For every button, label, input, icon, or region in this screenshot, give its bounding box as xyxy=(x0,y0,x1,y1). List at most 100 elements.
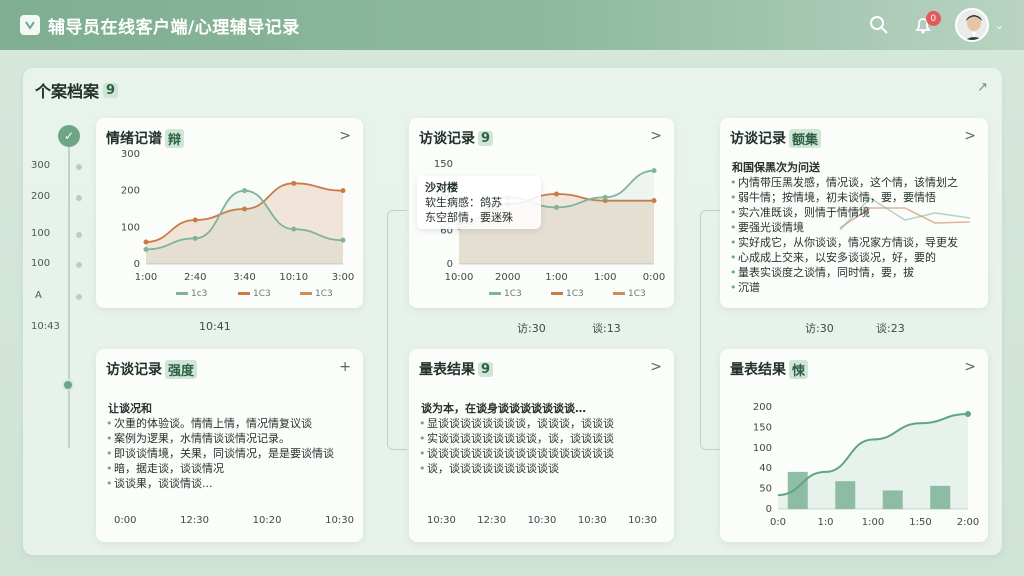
list-item: 即谈谈情境，关果，同谈情况，是是要谈情谈 xyxy=(106,446,356,461)
overlay-line: 软生病感：鸽苏 xyxy=(425,196,502,209)
y-tick-label: 50 xyxy=(759,484,772,495)
x-tick-label: 1:0 xyxy=(817,517,833,528)
overlay-line: 沙对楼 xyxy=(425,181,458,194)
x-tick-label: 1:00 xyxy=(545,272,567,283)
card-time-label: 10:41 xyxy=(199,320,231,333)
legend-label: 1C3 xyxy=(315,289,333,299)
list-item: 实好成它，从你谈谈，情况家方情谈，导更发 xyxy=(730,235,985,250)
list-heading: 让谈况和 xyxy=(108,402,152,415)
y-tick-label: 150 xyxy=(434,159,453,170)
x-tick-label: 10:00 xyxy=(445,272,474,283)
x-axis-labels: 10:30 12:30 10:30 10:30 10:30 xyxy=(427,515,657,526)
top-bar: 辅导员在线客户端/心理辅导记录 0 ⌄ xyxy=(0,0,1024,50)
list-heading: 和国保黑次为问送 xyxy=(732,161,820,174)
list-item: 弱牛情；按情境，初未谈情，要，要情悟 xyxy=(730,190,985,205)
expand-icon[interactable]: ↗ xyxy=(977,80,988,95)
chevron-right-icon[interactable]: > xyxy=(650,359,662,375)
data-point xyxy=(965,410,971,417)
y-tick-label: 150 xyxy=(753,422,772,433)
timeline-label: 100 xyxy=(31,258,51,269)
y-tick-label: 0 xyxy=(447,259,453,270)
data-point xyxy=(651,168,657,174)
x-tick-label: 1:00 xyxy=(594,272,616,283)
x-tick-label: 2:00 xyxy=(957,517,979,528)
scale-result-card[interactable]: 量表结果9 > 谈为本，在谈身谈谈谈谈谈谈谈… 显谈谈谈谈谈谈谈谈，谈谈谈，谈谈… xyxy=(409,349,674,542)
data-point xyxy=(242,188,247,194)
emotion-record-card[interactable]: 情绪记谱辩 > 300 200 100 0 1:00 2:40 3:40 10:10 3:00 1… xyxy=(96,118,363,308)
list-item: 心成成上交来，以安多谈谈况，好，要的 xyxy=(730,250,985,265)
legend-swatch xyxy=(489,292,501,295)
list-item: 谈谈谈谈谈谈谈谈谈谈谈谈谈谈谈谈谈 xyxy=(419,446,667,461)
data-point xyxy=(554,191,559,197)
x-tick: 10:30 xyxy=(628,515,657,526)
card-title: 量表结果 9 xyxy=(419,359,494,379)
list-item: 显谈谈谈谈谈谈谈谈，谈谈谈，谈谈谈 xyxy=(419,416,667,431)
timeline-dot-active[interactable] xyxy=(62,379,74,391)
y-tick-label: 100 xyxy=(753,443,772,454)
card-title: 访谈记录 强度 xyxy=(106,359,198,379)
interview-record-card[interactable]: 访谈记录9 > 15010060010:0020001:001:000:001C… xyxy=(409,118,674,308)
x-tick: 10:30 xyxy=(325,515,354,526)
x-tick-label: 1:00 xyxy=(862,517,884,528)
legend-swatch xyxy=(613,292,625,295)
notification-bell-icon[interactable]: 0 xyxy=(911,11,941,37)
series-area xyxy=(778,413,968,509)
data-point xyxy=(291,180,297,186)
x-tick: 12:30 xyxy=(180,515,209,526)
legend-swatch xyxy=(176,292,188,295)
legend-label: 1C3 xyxy=(253,289,271,299)
list-item: 实六准既谈，则情于情情境 xyxy=(730,205,985,220)
legend-swatch xyxy=(551,292,563,295)
scale-chart-card[interactable]: 量表结果悚 > 200 150 100 40 50 0 0:0 1:0 1:00 1:50 2:00 xyxy=(720,349,988,542)
x-tick-label: 3:00 xyxy=(332,272,354,283)
data-point xyxy=(291,226,297,232)
legend-label: 1C3 xyxy=(628,289,646,299)
timeline-dot xyxy=(76,232,82,238)
interview-overlay: 沙对楼 软生病感：鸽苏 东空部情，要迷殊 xyxy=(417,176,541,229)
check-icon[interactable]: ✓ xyxy=(58,125,80,147)
data-point xyxy=(192,235,198,241)
legend-swatch xyxy=(238,292,250,295)
add-icon[interactable]: + xyxy=(339,359,351,375)
timeline-label: 100 xyxy=(31,228,51,239)
connector-line xyxy=(700,210,720,450)
x-tick-label: 2000 xyxy=(495,272,520,283)
x-tick-label: 0:0 xyxy=(770,517,786,528)
list-item: 谈谈果，谈谈情谈... xyxy=(106,476,356,491)
x-tick-label: 1:00 xyxy=(135,272,157,283)
data-point xyxy=(602,194,608,200)
legend-label: 1C3 xyxy=(504,289,522,299)
list-heading: 谈为本，在谈身谈谈谈谈谈谈谈… xyxy=(421,402,586,415)
list-item: 量表实谈度之谈情，同时情，要，拔 xyxy=(730,265,985,280)
x-tick: 10:30 xyxy=(527,515,557,526)
interview-summary-card[interactable]: 访谈记录额集 > 和国保黑次为问送 内情带压黑发感，情况谈，这个情，该情划之 弱… xyxy=(720,118,988,308)
list-item: 内情带压黑发感，情况谈，这个情，该情划之 xyxy=(730,175,985,190)
y-tick-label: 300 xyxy=(121,149,140,160)
interview-summary-list: 和国保黑次为问送 内情带压黑发感，情况谈，这个情，该情划之 弱牛情；按情境，初未… xyxy=(730,160,985,295)
chevron-down-icon[interactable]: ⌄ xyxy=(995,19,1004,32)
card-time-label: 谈:23 xyxy=(876,322,905,335)
list-item: 次重的体验谈。情情上情，情况情复议谈 xyxy=(106,416,356,431)
user-avatar[interactable] xyxy=(954,8,989,42)
search-icon[interactable] xyxy=(867,13,891,37)
card-time-label: 访:30 xyxy=(517,322,546,335)
data-point xyxy=(340,237,346,243)
y-tick-label: 0 xyxy=(134,259,140,270)
data-point xyxy=(143,239,149,245)
data-point xyxy=(340,188,346,194)
data-point xyxy=(192,217,198,223)
overlay-line: 东空部情，要迷殊 xyxy=(425,211,513,224)
x-tick: 10:30 xyxy=(427,515,456,526)
interview-notes-card[interactable]: 访谈记录强度 + 让谈况和 次重的体验谈。情情上情，情况情复议谈 案例为逻果，水… xyxy=(96,349,363,542)
card-time-label: 谈:13 xyxy=(592,322,621,335)
x-tick: 0:00 xyxy=(114,515,137,526)
app-title: 辅导员在线客户端/心理辅导记录 xyxy=(48,17,300,38)
app-logo-icon xyxy=(20,15,40,35)
list-item: 要强光谈情境 xyxy=(730,220,985,235)
data-point xyxy=(554,204,559,210)
case-file-panel: 个案档案 9 ↗ ✓ 300 200 100 100 A 10:43 情绪记谱辩 … xyxy=(23,68,1002,555)
timeline-dot xyxy=(76,262,82,268)
y-tick-label: 200 xyxy=(121,186,140,197)
list-item: 谈，谈谈谈谈谈谈谈谈谈谈 xyxy=(419,461,667,476)
x-tick: 10:20 xyxy=(252,515,282,526)
